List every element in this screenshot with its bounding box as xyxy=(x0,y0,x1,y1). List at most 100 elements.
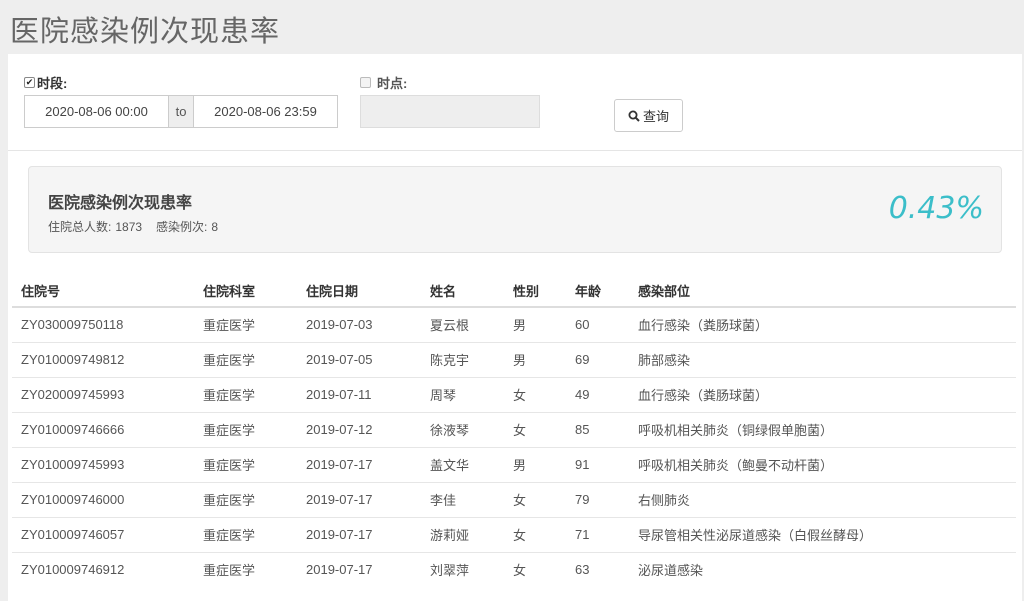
timepoint-label: 时点: xyxy=(377,76,408,91)
cell-name: 夏云根 xyxy=(430,318,470,334)
divider xyxy=(8,150,1022,151)
range-to-addon: to xyxy=(169,95,193,128)
header-cell[interactable]: 年龄 xyxy=(566,275,629,308)
search-button-label: 查询 xyxy=(642,109,669,124)
table-row[interactable]: ZY010009745993 重症医学 2019-07-17 盖文华 男 91 … xyxy=(12,446,1016,482)
cell-infection-site: 血行感染（粪肠球菌） xyxy=(629,376,1016,412)
cases-label: 感染例次: xyxy=(156,220,208,234)
page-title: 医院感染例次现患率 xyxy=(10,16,281,48)
cell-name: 游莉娅 xyxy=(421,516,504,552)
cell-name: 陈克宇 xyxy=(421,341,504,377)
cell-department: 重症医学 xyxy=(194,376,297,412)
cell-age: 69 xyxy=(566,341,629,377)
cell-admission-date: 2019-07-17 xyxy=(297,551,421,587)
summary-stats: 住院总人数: 1873 感染例次: 8 xyxy=(48,218,222,235)
timepoint-checkbox[interactable]: ✔ xyxy=(360,77,371,88)
cell-admission-date: 2019-07-17 xyxy=(297,481,421,517)
cell-name: 李佳 xyxy=(421,481,504,517)
cell-admission-date: 2019-07-03 xyxy=(306,317,373,333)
cell-age: 79 xyxy=(566,481,629,517)
period-range: 2020-08-06 00:00 to 2020-08-06 23:59 xyxy=(24,95,338,128)
table-row[interactable]: ZY010009746000 重症医学 2019-07-17 李佳 女 79 右… xyxy=(12,481,1016,517)
cell-infection-site: 肺部感染 xyxy=(629,341,1016,377)
cell-admission-date: 2019-07-11 xyxy=(297,376,421,412)
cell-age: 91 xyxy=(566,446,629,482)
period-checkbox[interactable]: ✔ xyxy=(24,77,35,88)
summary-box: 医院感染例次现患率 住院总人数: 1873 感染例次: 8 0.43% xyxy=(28,166,1002,253)
cell-sex: 男 xyxy=(504,341,566,377)
end-datetime-input[interactable]: 2020-08-06 23:59 xyxy=(193,95,338,128)
cell-infection-site: 导尿管相关性泌尿道感染（白假丝酵母） xyxy=(629,516,1016,552)
cell-age: 63 xyxy=(566,551,629,587)
cell-sex: 女 xyxy=(504,376,566,412)
cell-department: 重症医学 xyxy=(194,446,297,482)
cell-name: 刘翠萍 xyxy=(421,551,504,587)
header-cell[interactable]: 住院科室 xyxy=(194,275,297,308)
header-cell[interactable]: 住院号 xyxy=(12,275,194,308)
cell-department: 重症医学 xyxy=(194,516,297,552)
cell-age: 60 xyxy=(575,317,590,333)
start-datetime-input[interactable]: 2020-08-06 00:00 xyxy=(24,95,169,128)
cell-admission-id: ZY010009746057 xyxy=(12,516,194,552)
cell-infection-site: 泌尿道感染 xyxy=(629,551,1016,587)
infection-table: 住院号 住院科室 住院日期 姓名 性别 年龄 感染部位 ZY0300097501… xyxy=(12,275,1016,587)
header-cell[interactable]: 姓名 xyxy=(421,275,504,308)
header-cell[interactable]: 住院日期 xyxy=(297,275,421,308)
cell-admission-date: 2019-07-17 xyxy=(297,446,421,482)
cell-admission-id: ZY010009746666 xyxy=(12,411,194,447)
period-label: 时段: xyxy=(37,76,68,91)
table-row[interactable]: ZY010009746666 重症医学 2019-07-12 徐液琴 女 85 … xyxy=(12,411,1016,447)
cell-department: 重症医学 xyxy=(194,341,297,377)
cell-admission-date: 2019-07-12 xyxy=(297,411,421,447)
period-filter: ✔ 时段: xyxy=(24,73,67,92)
period-checkbox-label[interactable]: ✔ 时段: xyxy=(24,73,67,92)
summary-title: 医院感染例次现患率 xyxy=(48,195,193,212)
timepoint-input[interactable] xyxy=(360,95,540,128)
cell-sex: 男 xyxy=(513,318,527,334)
cell-age: 49 xyxy=(566,376,629,412)
search-icon xyxy=(628,110,640,122)
cell-age: 71 xyxy=(566,516,629,552)
cell-department: 重症医学 xyxy=(194,551,297,587)
total-label: 住院总人数: xyxy=(48,220,112,234)
prevalence-rate: 0.43% xyxy=(888,191,984,226)
cell-infection-site: 右侧肺炎 xyxy=(629,481,1016,517)
table-row[interactable]: ZY030009750118 重症医学 2019-07-03 夏云根 男 60 … xyxy=(12,307,1016,342)
cases-value: 8 xyxy=(211,220,219,234)
cell-infection-site: 呼吸机相关肺炎（鲍曼不动杆菌） xyxy=(629,446,1016,482)
table-row[interactable]: ZY010009746057 重症医学 2019-07-17 游莉娅 女 71 … xyxy=(12,516,1016,552)
timepoint-filter: ✔ 时点: xyxy=(360,73,407,92)
table-row[interactable]: ZY010009749812 重症医学 2019-07-05 陈克宇 男 69 … xyxy=(12,341,1016,377)
cell-infection-site: 血行感染（粪肠球菌） xyxy=(638,318,769,334)
cell-department: 重症医学 xyxy=(194,411,297,447)
timepoint-checkbox-label[interactable]: ✔ 时点: xyxy=(360,73,407,92)
cell-sex: 女 xyxy=(504,481,566,517)
header-cell[interactable]: 性别 xyxy=(504,275,566,308)
cell-department: 重症医学 xyxy=(194,481,297,517)
cell-name: 盖文华 xyxy=(421,446,504,482)
cell-name: 周琴 xyxy=(421,376,504,412)
table-header-row: 住院号 住院科室 住院日期 姓名 性别 年龄 感染部位 xyxy=(12,275,1016,308)
cell-admission-id: ZY010009746000 xyxy=(12,481,194,517)
search-button[interactable]: 查询 xyxy=(614,99,683,132)
cell-admission-id: ZY030009750118 xyxy=(21,317,124,333)
table-row[interactable]: ZY010009746912 重症医学 2019-07-17 刘翠萍 女 63 … xyxy=(12,551,1016,587)
cell-sex: 女 xyxy=(504,551,566,587)
main-panel: ✔ 时段: 2020-08-06 00:00 to 2020-08-06 23:… xyxy=(8,54,1022,601)
cell-age: 85 xyxy=(566,411,629,447)
table-row[interactable]: ZY020009745993 重症医学 2019-07-11 周琴 女 49 血… xyxy=(12,376,1016,412)
header-cell[interactable]: 感染部位 xyxy=(629,275,1016,308)
cell-name: 徐液琴 xyxy=(421,411,504,447)
cell-sex: 女 xyxy=(504,516,566,552)
cell-admission-id: ZY020009745993 xyxy=(12,376,194,412)
cell-sex: 女 xyxy=(504,411,566,447)
cell-admission-date: 2019-07-17 xyxy=(297,516,421,552)
cell-admission-date: 2019-07-05 xyxy=(297,341,421,377)
total-value: 1873 xyxy=(115,220,143,234)
cell-admission-id: ZY010009745993 xyxy=(12,446,194,482)
cell-sex: 男 xyxy=(504,446,566,482)
cell-infection-site: 呼吸机相关肺炎（铜绿假单胞菌） xyxy=(629,411,1016,447)
cell-admission-id: ZY010009746912 xyxy=(12,551,194,587)
cell-department: 重症医学 xyxy=(203,318,256,334)
cell-admission-id: ZY010009749812 xyxy=(12,341,194,377)
